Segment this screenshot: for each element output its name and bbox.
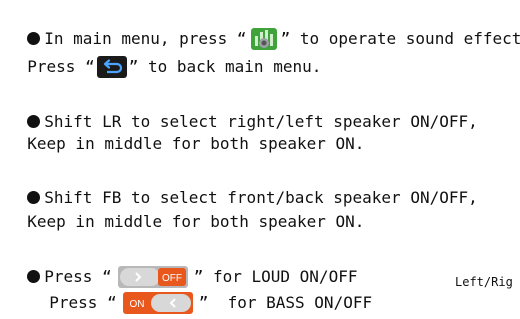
back-instruction: Press “ ” to back main menu. — [8, 36, 321, 78]
fb-instruction-line2: Keep in middle for both speaker ON. — [8, 192, 364, 232]
lr-text-2: Keep in middle for both speaker ON. — [27, 134, 365, 153]
cutoff-text: Left/Rig — [455, 275, 513, 289]
bass-toggle-state: ON — [129, 299, 144, 310]
back-instruction-post: ” to back main menu. — [128, 57, 322, 76]
bass-toggle-icon[interactable]: ON — [122, 292, 193, 314]
back-arrow-icon[interactable] — [96, 56, 127, 78]
bass-instruction: Press “ON” for BASS ON/OFF — [30, 272, 372, 314]
fb-text-2: Keep in middle for both speaker ON. — [27, 212, 365, 231]
back-instruction-pre: Press “ — [27, 57, 95, 76]
lr-instruction-line2: Keep in middle for both speaker ON. — [8, 114, 364, 154]
